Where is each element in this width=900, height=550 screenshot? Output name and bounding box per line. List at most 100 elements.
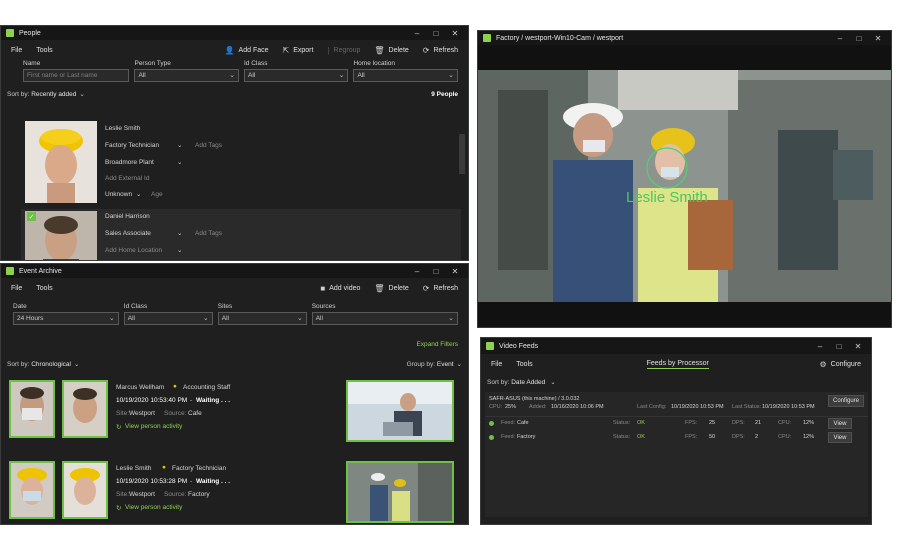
close-icon[interactable]: ✕ — [450, 267, 460, 276]
expand-filters-link[interactable]: Expand Filters — [416, 341, 458, 348]
id-class-select[interactable]: All ⌄ — [123, 312, 213, 325]
event-item[interactable]: Leslie Smith ● Factory Technician 10/19/… — [1, 457, 468, 524]
gear-icon: ⚙ — [819, 359, 827, 369]
add-video-button[interactable]: ■ Add video — [320, 284, 360, 293]
gender-select[interactable]: Unknown — [105, 191, 132, 198]
match-thumbnail[interactable] — [62, 380, 108, 438]
add-tags-link[interactable]: Add Tags — [195, 230, 222, 237]
people-titlebar[interactable]: People – □ ✕ — [1, 26, 468, 40]
event-item[interactable]: Marcus Wellham ● Accounting Staff 10/19/… — [1, 376, 468, 446]
match-thumbnail[interactable] — [62, 461, 108, 519]
person-name: Daniel Harrison — [105, 213, 150, 220]
event-titlebar[interactable]: Event Archive – □ ✕ — [1, 264, 468, 278]
maximize-icon[interactable]: □ — [431, 267, 441, 276]
view-activity-link[interactable]: View person activity — [125, 504, 182, 511]
event-person-name: Marcus Wellham — [116, 384, 165, 391]
refresh-button[interactable]: ⟳ Refresh — [423, 284, 458, 293]
factory-titlebar[interactable]: Factory / westport-Win10-Cam / westport … — [478, 31, 891, 45]
face-thumbnail[interactable] — [9, 461, 55, 519]
date-select[interactable]: 24 Hours ⌄ — [13, 312, 119, 325]
factory-video-frame[interactable]: Leslie Smith — [478, 70, 891, 302]
person-card[interactable]: Leslie Smith Factory Technician ⌄ Add Ta… — [21, 119, 461, 207]
view-activity-link[interactable]: View person activity — [125, 423, 182, 430]
regroup-button[interactable]: | Regroup — [327, 46, 360, 55]
person-role-select[interactable]: Sales Associate — [105, 230, 151, 237]
chevron-down-icon: ⌄ — [550, 379, 556, 386]
last-config: 10/19/2020 10:53 PM — [671, 404, 724, 410]
sources-select[interactable]: All ⌄ — [311, 312, 458, 325]
sites-select[interactable]: All ⌄ — [217, 312, 307, 325]
delete-button[interactable]: 🗑 Delete — [374, 284, 408, 293]
close-icon[interactable]: ✕ — [853, 342, 863, 351]
status-dot-icon — [489, 421, 494, 426]
home-location-input[interactable]: Add Home Location — [105, 247, 162, 254]
chevron-down-icon: ⌄ — [177, 247, 183, 254]
name-label: Name — [23, 60, 41, 67]
people-scrollbar[interactable] — [459, 134, 465, 174]
minimize-icon[interactable]: – — [412, 29, 422, 38]
configure-button[interactable]: ⚙ Configure — [819, 360, 861, 369]
home-location-select[interactable]: All ⌄ — [353, 69, 458, 82]
add-tags-link[interactable]: Add Tags — [195, 142, 222, 149]
chevron-down-icon: ⌄ — [456, 361, 462, 368]
name-search-input[interactable]: First name or Last name — [23, 69, 130, 82]
maximize-icon[interactable]: □ — [431, 29, 441, 38]
id-class-select[interactable]: All ⌄ — [243, 69, 349, 82]
feed-fps-label: FPS: — [685, 420, 698, 426]
feed-cpu: 12% — [803, 420, 815, 426]
feeds-titlebar[interactable]: Video Feeds – □ ✕ — [481, 338, 871, 354]
menu-tools[interactable]: Tools — [36, 47, 52, 54]
sort-select[interactable]: Recently added — [31, 91, 76, 98]
processor-configure-button[interactable]: Configure — [828, 395, 864, 407]
selected-check-icon[interactable]: ✓ — [27, 212, 36, 221]
feed-row[interactable]: Feed: Cafe Status: OK FPS: 25 DPS: 21 CP… — [485, 416, 868, 430]
event-dash: - — [190, 397, 193, 404]
chevron-down-icon: ⌄ — [177, 230, 183, 237]
person-site-select[interactable]: Broadmore Plant — [105, 159, 154, 166]
feed-fps: 50 — [709, 434, 716, 440]
view-feed-button[interactable]: View — [828, 418, 852, 429]
feed-cpu: 12% — [803, 434, 815, 440]
view-feed-button[interactable]: View — [828, 432, 852, 443]
tab-feeds-by-processor[interactable]: Feeds by Processor — [646, 360, 709, 369]
feed-status-label: Status: — [613, 434, 631, 440]
close-icon[interactable]: ✕ — [450, 29, 460, 38]
minimize-icon[interactable]: – — [835, 34, 845, 43]
event-site-label: Site: — [116, 491, 130, 498]
person-type-select[interactable]: All ⌄ — [134, 69, 239, 82]
refresh-button[interactable]: ⟳ Refresh — [423, 46, 458, 55]
face-thumbnail[interactable] — [9, 380, 55, 438]
export-button[interactable]: ⇱ Export — [283, 46, 314, 55]
event-source: Cafe — [188, 410, 202, 417]
people-count: 9 People — [431, 90, 458, 98]
maximize-icon[interactable]: □ — [834, 342, 844, 351]
person-role-select[interactable]: Factory Technician — [105, 142, 159, 149]
close-icon[interactable]: ✕ — [873, 34, 883, 43]
person-card[interactable]: ✓ Daniel Harrison Sales Associate ⌄ Add … — [21, 209, 461, 260]
menu-tools[interactable]: Tools — [36, 285, 52, 292]
maximize-icon[interactable]: □ — [854, 34, 864, 43]
group-select[interactable]: Event — [437, 361, 454, 368]
menu-file[interactable]: File — [11, 47, 22, 54]
home-location-label: Home location — [353, 60, 396, 67]
menu-file[interactable]: File — [11, 285, 22, 292]
event-scene-thumbnail[interactable] — [346, 380, 454, 442]
external-id-input[interactable]: Add External Id — [105, 175, 149, 182]
sort-select[interactable]: Chronological — [31, 361, 71, 368]
menu-file[interactable]: File — [491, 361, 502, 368]
feed-row[interactable]: Feed: Factory Status: OK FPS: 50 DPS: 2 … — [485, 431, 868, 445]
refresh-icon: ⟳ — [422, 283, 430, 293]
processor-added: 10/16/2020 10:06 PM — [551, 404, 604, 410]
add-face-button[interactable]: 👤 Add Face — [225, 46, 269, 55]
event-scene-thumbnail[interactable] — [346, 461, 454, 523]
video-feeds-window: Video Feeds – □ ✕ File Tools Feeds by Pr… — [480, 337, 872, 525]
event-archive-window: Event Archive – □ ✕ File Tools ■ Add vide… — [0, 263, 469, 525]
delete-button[interactable]: 🗑 Delete — [374, 46, 408, 55]
minimize-icon[interactable]: – — [815, 342, 825, 351]
menu-tools[interactable]: Tools — [516, 361, 532, 368]
minimize-icon[interactable]: – — [412, 267, 422, 276]
trash-icon: 🗑 — [374, 283, 385, 293]
event-time: 10/19/2020 10:53:40 PM — [116, 397, 188, 404]
age-input[interactable]: Age — [151, 191, 163, 198]
sort-select[interactable]: Date Added — [511, 379, 545, 386]
